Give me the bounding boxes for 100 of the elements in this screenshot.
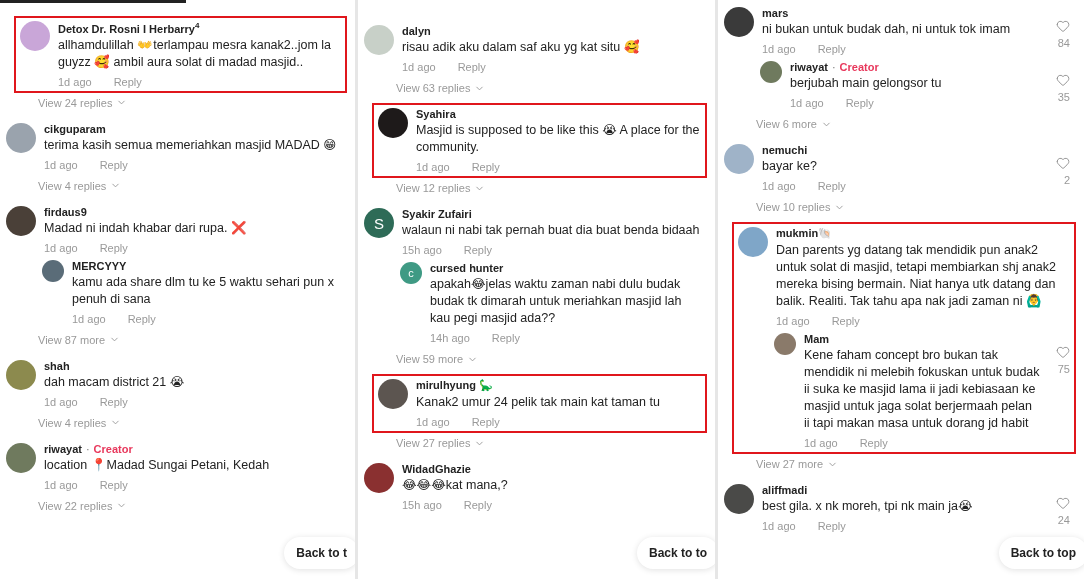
heart-icon[interactable] (1056, 156, 1070, 170)
comment-time: 1d ago (44, 395, 78, 408)
username: shah (44, 359, 70, 372)
like-count: 84 (1057, 37, 1070, 49)
comment-time: 1d ago (72, 312, 106, 325)
comment-time: 1d ago (804, 437, 838, 449)
view-replies-link[interactable]: View 12 replies (396, 182, 486, 194)
comment-text: Dan parents yg datang tak mendidik pun anak2 untuk solat di masjid, tetapi membiarkan shj anak2 mereka bising bermain. Niat hanya utk datang dan balik. Realiti. Tak tahu apa nak jadi zaman ni 🙆‍♂ (776, 242, 1057, 310)
comment-time: 1d ago (762, 520, 796, 532)
comment-time: 1d ago (44, 478, 78, 491)
comment-text: Masjid is supposed to be like this 😭 A place for the community. (416, 122, 701, 156)
username: cursed hunter (430, 262, 504, 274)
view-replies-link[interactable]: View 4 replies (38, 416, 122, 429)
comment-text: ni bukan untuk budak dah, ni untuk tok imam (762, 21, 1011, 38)
username: riwayat (44, 442, 82, 455)
comment-time: 1d ago (416, 416, 450, 428)
username: WidadGhazie (402, 463, 471, 475)
reply-link[interactable]: Reply (817, 180, 846, 192)
reply-link[interactable]: Reply (463, 244, 492, 256)
reply-link[interactable]: Reply (817, 520, 846, 532)
comment-time: 1d ago (762, 43, 796, 55)
reply-link[interactable]: Reply (471, 416, 500, 428)
comment-time: 1d ago (402, 61, 436, 73)
comment-time: 15h ago (402, 499, 442, 511)
letter-avatar: S (364, 208, 394, 238)
username: firdaus9 (44, 205, 87, 218)
comment-text: apakah😂jelas waktu zaman nabi dulu budak budak tk dimarah untuk meriahkan masjid lah kau pegi masjid ada?? (430, 276, 683, 327)
like-count: 75 (1057, 363, 1070, 375)
comment-text: Madad ni indah khabar dari rupa. ❌ (44, 219, 247, 237)
comment-text: dah macam district 21 😭 (44, 373, 185, 391)
comment-text: terima kasih semua memeriahkan masjid MADAD 😁 (44, 136, 337, 154)
comment-text: Kene faham concept bro bukan tak mendidik ni melebih fokuskan untuk budak ii suka ke masjid lama ii jadi kebiasaan ke masjid untuk jaga solat berjermaah pelan ii tapi makan masa untuk dorang jd habit (804, 347, 1040, 432)
back-to-top-button[interactable]: Back to t (284, 537, 355, 569)
username: Syahira (416, 108, 456, 120)
username: mars (762, 7, 789, 19)
like-count: 35 (1057, 91, 1070, 103)
reply-link[interactable]: Reply (457, 61, 486, 73)
username: dalyn (402, 25, 431, 37)
comment-time: 1d ago (44, 241, 78, 254)
comment-text: Kanak2 umur 24 pelik tak main kat taman tu (416, 394, 660, 411)
reply-link[interactable]: Reply (471, 161, 500, 173)
reply-link[interactable]: Reply (127, 312, 156, 325)
reply-link[interactable]: Reply (859, 437, 888, 449)
separator-dot: · (831, 61, 836, 73)
reply-link[interactable]: Reply (99, 158, 128, 171)
comment-time: 1d ago (762, 180, 796, 192)
username: aliffmadi (762, 484, 808, 496)
username: MERCYYY (72, 259, 127, 272)
username: riwayat (790, 61, 828, 73)
comment-text: 😂😂😂kat mana,? (402, 477, 508, 494)
reply-link[interactable]: Reply (113, 75, 142, 88)
comment-time: 1d ago (416, 161, 450, 173)
username: Detox Dr. Rosni I Herbarry$^{4}$ (58, 21, 200, 35)
heart-icon[interactable] (1056, 19, 1070, 33)
username: mirulhyung 🦕 (416, 379, 493, 392)
like-count: 24 (1057, 514, 1070, 526)
reply-link[interactable]: Reply (831, 315, 860, 327)
reply-link[interactable]: Reply (491, 332, 520, 344)
back-to-top-button[interactable]: Back to to (637, 537, 715, 569)
reply-link[interactable]: Reply (463, 499, 492, 511)
comment-text: risau adik aku dalam saf aku yg kat situ 🥰 (402, 39, 640, 56)
comment-text: bayar ke? (762, 158, 817, 175)
username: mukmin🐚 (776, 227, 833, 240)
comment-time: 1d ago (776, 315, 810, 327)
creator-tag: Creator (93, 442, 133, 455)
reply-link[interactable]: Reply (99, 395, 128, 408)
letter-avatar: c (400, 262, 422, 284)
comment-text: walaun ni nabi tak pernah buat dia buat benda bidaah (402, 222, 700, 239)
view-replies-link[interactable]: View 63 replies (396, 82, 486, 94)
view-replies-link[interactable]: View 24 replies (38, 96, 128, 109)
reply-link[interactable]: Reply (845, 97, 874, 109)
heart-icon[interactable] (1056, 73, 1070, 87)
comment-time: 1d ago (790, 97, 824, 109)
username: Mam (804, 333, 830, 345)
view-replies-link[interactable]: View 10 replies (756, 201, 846, 213)
username: Syakir Zufairi (402, 208, 472, 220)
username: cikguparam (44, 122, 106, 135)
view-replies-link[interactable]: View 4 replies (38, 179, 122, 192)
comment-text: berjubah main gelongsor tu (790, 75, 942, 92)
view-replies-link[interactable]: View 87 more (38, 333, 121, 346)
view-replies-link[interactable]: View 22 replies (38, 499, 128, 512)
view-replies-link[interactable]: View 6 more (756, 118, 832, 130)
comment-text: location 📍Madad Sungai Petani, Kedah (44, 456, 270, 474)
view-replies-link[interactable]: View 27 more (756, 458, 839, 470)
view-replies-link[interactable]: View 27 replies (396, 437, 486, 449)
reply-link[interactable]: Reply (817, 43, 846, 55)
heart-icon[interactable] (1056, 345, 1070, 359)
reply-link[interactable]: Reply (99, 241, 128, 254)
like-count: 2 (1063, 174, 1070, 186)
comment-text: kamu ada share dlm tu ke 5 waktu sehari pun x penuh di sana (72, 273, 335, 308)
username: nemuchi (762, 144, 808, 156)
reply-link[interactable]: Reply (99, 478, 128, 491)
comment-time: 1d ago (44, 158, 78, 171)
comment-time: 14h ago (430, 332, 470, 344)
back-to-top-button[interactable]: Back to top (998, 537, 1084, 569)
heart-icon[interactable] (1056, 496, 1070, 510)
comment-text: best gila. x nk moreh, tpi nk main ja😭 (762, 498, 973, 515)
separator-dot: · (85, 442, 90, 455)
comment-text: allhamdulillah 👐terlampau mesra kanak2..jom la guyzz 🥰 ambil aura solat di madad masjid.. (58, 36, 333, 71)
view-replies-link[interactable]: View 59 more (396, 353, 479, 365)
